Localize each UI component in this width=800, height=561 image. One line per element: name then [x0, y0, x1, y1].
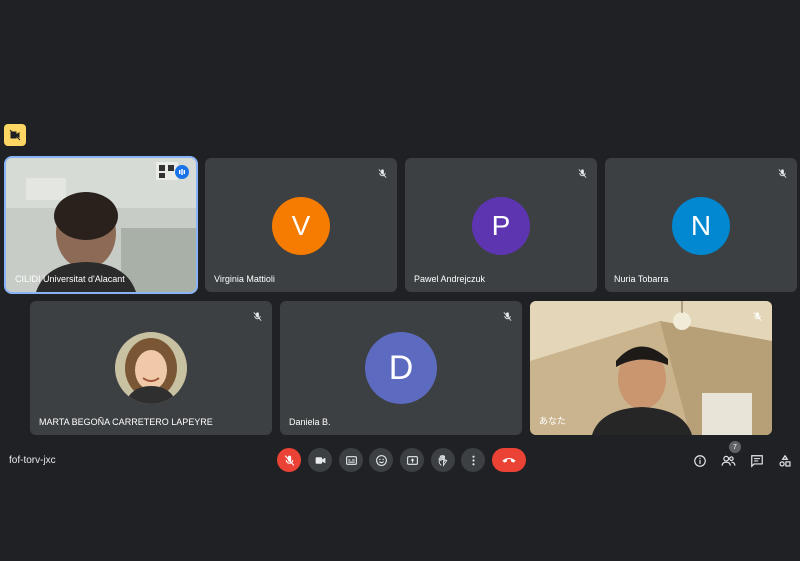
people-icon [721, 455, 735, 466]
leave-call-button[interactable] [492, 448, 526, 472]
end-call-icon [502, 458, 516, 463]
captions-button[interactable] [339, 448, 363, 472]
participant-video [6, 158, 196, 292]
participant-video [530, 301, 772, 435]
mic-toggle-button[interactable] [277, 448, 301, 472]
meeting-code: fof-torv-jxc [9, 455, 56, 466]
profile-photo-avatar [115, 332, 187, 404]
chat-icon [751, 455, 763, 468]
avatar: P [472, 197, 530, 255]
emoji-icon [375, 454, 387, 466]
participant-name: Virginia Mattioli [214, 274, 275, 284]
camera-icon [315, 456, 325, 464]
mic-off-icon [775, 166, 789, 180]
mic-off-icon [284, 454, 294, 466]
reactions-button[interactable] [369, 448, 393, 472]
present-button[interactable] [400, 448, 424, 472]
participant-name: Nuria Tobarra [614, 274, 669, 284]
participant-tile-cilidi[interactable]: CILIDI Universitat d'Alacant [6, 158, 196, 292]
activities-icon [779, 454, 791, 467]
participant-name: あなた [539, 416, 567, 426]
hand-icon [438, 454, 447, 467]
people-button[interactable] [720, 453, 736, 469]
participant-tile-daniela[interactable]: D Daniela B. [280, 301, 522, 435]
mic-off-icon [750, 309, 764, 323]
info-icon [694, 455, 706, 467]
participant-count-badge: 7 [729, 441, 741, 453]
camera-toggle-button[interactable] [308, 448, 332, 472]
meeting-details-button[interactable] [692, 453, 708, 469]
activities-button[interactable] [777, 453, 793, 469]
avatar: N [672, 197, 730, 255]
participant-name: Pawel Andrejczuk [414, 274, 486, 284]
participant-tile-pawel[interactable]: P Pawel Andrejczuk [405, 158, 597, 292]
participant-name: CILIDI Universitat d'Alacant [15, 274, 125, 284]
mic-off-icon [375, 166, 389, 180]
participant-tile-self[interactable]: あなた [530, 301, 772, 435]
raise-hand-button[interactable] [431, 448, 455, 472]
participant-tile-virginia[interactable]: V Virginia Mattioli [205, 158, 397, 292]
more-icon [471, 455, 475, 465]
avatar: V [272, 197, 330, 255]
captions-icon [345, 455, 357, 465]
mic-off-icon [575, 166, 589, 180]
participant-name: MARTA BEGOÑA CARRETERO LAPEYRE [39, 417, 213, 427]
mic-off-icon [500, 309, 514, 323]
avatar: D [365, 332, 437, 404]
speaking-indicator-icon [175, 165, 189, 179]
participant-tile-nuria[interactable]: N Nuria Tobarra [605, 158, 797, 292]
camera-off-badge-icon[interactable] [4, 124, 26, 146]
participant-name: Daniela B. [289, 417, 331, 427]
present-icon [406, 455, 418, 465]
chat-button[interactable] [749, 453, 765, 469]
participant-tile-marta[interactable]: MARTA BEGOÑA CARRETERO LAPEYRE [30, 301, 272, 435]
mic-off-icon [250, 309, 264, 323]
more-options-button[interactable] [461, 448, 485, 472]
